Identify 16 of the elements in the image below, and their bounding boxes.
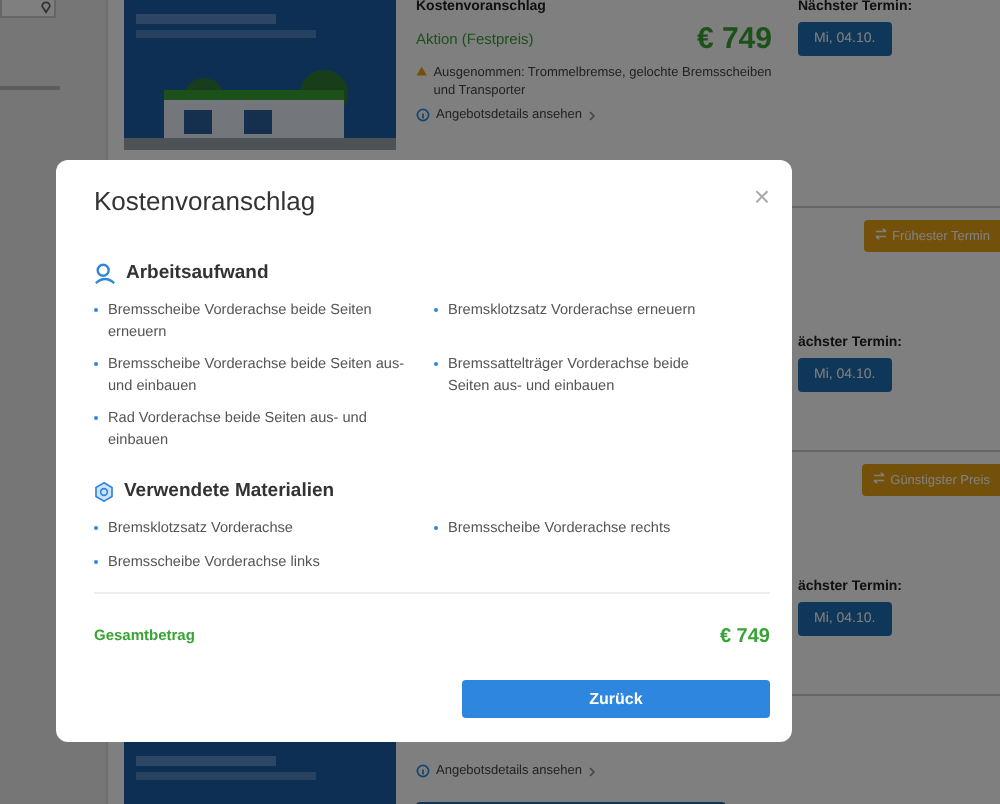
chevron-icon [588,109,597,121]
back-button[interactable]: Zurück [462,680,770,718]
section-title: Verwendete Materialien [124,480,335,502]
close-button[interactable]: × [753,184,770,208]
swap-icon [872,472,887,484]
info-icon [416,108,430,122]
map-pin-icon [40,0,52,14]
warning-icon [416,64,428,78]
modal-title: Kostenvoranschlag [94,186,316,216]
offer-price: € 749 [696,22,772,56]
info-icon [416,764,430,778]
location-field[interactable] [0,0,56,18]
total-value: € 749 [719,626,770,648]
swap-icon [874,228,889,240]
chevron-icon [588,765,597,777]
section-title: Arbeitsaufwand [126,262,269,284]
